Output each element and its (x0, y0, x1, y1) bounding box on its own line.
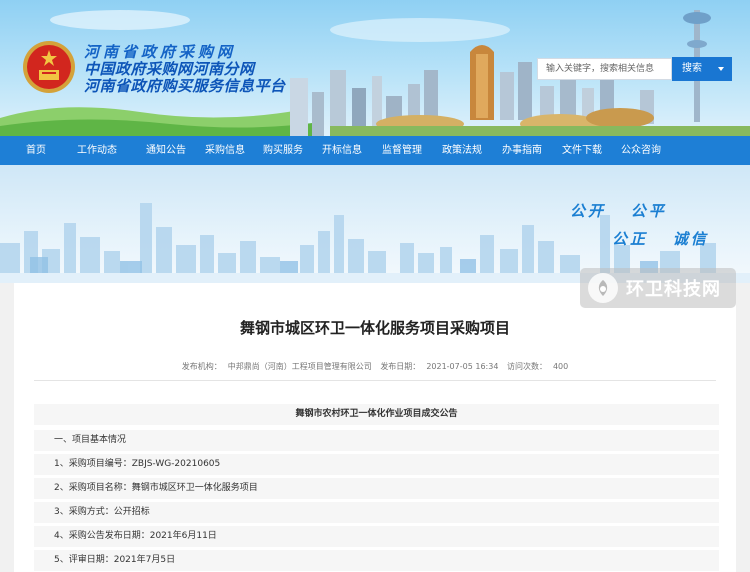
notice-title: 舞钢市农村环卫一体化作业项目成交公告 (34, 404, 719, 425)
slogan-line-1: 公开 公平 (570, 200, 667, 221)
site-title-line-2: 中国政府采购网河南分网 (84, 60, 255, 78)
article-line: 2、采购项目名称：舞钢市城区环卫一体化服务项目 (34, 478, 719, 499)
slogan-line-2: 公正 诚信 (612, 228, 709, 249)
article-line: 4、采购公告发布日期：2021年6月11日 (34, 526, 719, 547)
main-nav: 首页 工作动态 通知公告 采购信息 购买服务 开标信息 监督管理 政策法规 办事… (0, 136, 750, 165)
slogan-integrity: 诚信 (672, 230, 709, 248)
publisher-value: 中邦鼎尚（河南）工程项目管理有限公司 (227, 362, 372, 371)
nav-item-public-inquiry[interactable]: 公众咨询 (612, 136, 670, 165)
page-title: 舞钢市城区环卫一体化服务项目采购项目 (239, 319, 510, 337)
nav-item-policies[interactable]: 政策法规 (432, 136, 492, 165)
search-input[interactable]: 输入关键字，搜索相关信息 (537, 58, 672, 80)
slogan-just: 公正 (612, 230, 649, 248)
nav-item-notices[interactable]: 通知公告 (136, 136, 196, 165)
site-header: 河南省政府采购网 中国政府采购网河南分网 河南省政府购买服务信息平台 输入关键字… (0, 0, 750, 136)
search-button[interactable]: 搜索 (672, 57, 732, 81)
watermark: 环卫科技网 (580, 268, 736, 308)
article-line: 3、采购方式：公开招标 (34, 502, 719, 523)
views-value: 400 (552, 362, 569, 371)
views-label: 访问次数： (506, 362, 547, 371)
article-line: 5、评审日期：2021年7月5日 (34, 550, 719, 571)
site-title: 河南省政府采购网 中国政府采购网河南分网 河南省政府购买服务信息平台 (84, 44, 286, 95)
nav-item-bid-opening[interactable]: 开标信息 (312, 136, 372, 165)
slogan-banner: 公开 公平 公正 诚信 (0, 165, 750, 283)
watermark-text: 环卫科技网 (626, 279, 721, 300)
chevron-down-icon[interactable] (718, 67, 724, 71)
site-title-line-1: 河南省政府采购网 (84, 43, 237, 61)
nav-item-home[interactable]: 首页 (0, 136, 58, 165)
nav-item-guide[interactable]: 办事指南 (492, 136, 552, 165)
nav-item-work-news[interactable]: 工作动态 (58, 136, 136, 165)
national-emblem-icon (22, 40, 76, 94)
nav-item-purchase-services[interactable]: 购买服务 (254, 136, 312, 165)
article-card: 舞钢市城区环卫一体化服务项目采购项目 发布机构： 中邦鼎尚（河南）工程项目管理有限… (14, 283, 736, 572)
nav-item-downloads[interactable]: 文件下载 (552, 136, 612, 165)
watermark-logo-icon (588, 273, 618, 303)
divider (34, 380, 716, 381)
date-label: 发布日期： (380, 362, 421, 371)
skyline-banner-illustration (0, 203, 750, 283)
search-button-label: 搜索 (682, 63, 702, 74)
publisher-label: 发布机构： (181, 362, 222, 371)
article-line: 1、采购项目编号：ZBJS-WG-20210605 (34, 454, 719, 475)
nav-item-supervision[interactable]: 监督管理 (372, 136, 432, 165)
nav-item-procurement-info[interactable]: 采购信息 (196, 136, 254, 165)
slogan-fair: 公平 (630, 202, 667, 220)
article-line: 一、项目基本情况 (34, 430, 719, 451)
site-title-line-3: 河南省政府购买服务信息平台 (84, 77, 286, 95)
article-meta: 发布机构： 中邦鼎尚（河南）工程项目管理有限公司 发布日期： 2021-07-05 … (14, 361, 736, 372)
date-value: 2021-07-05 16:34 (426, 362, 499, 371)
slogan-open: 公开 (570, 202, 607, 220)
